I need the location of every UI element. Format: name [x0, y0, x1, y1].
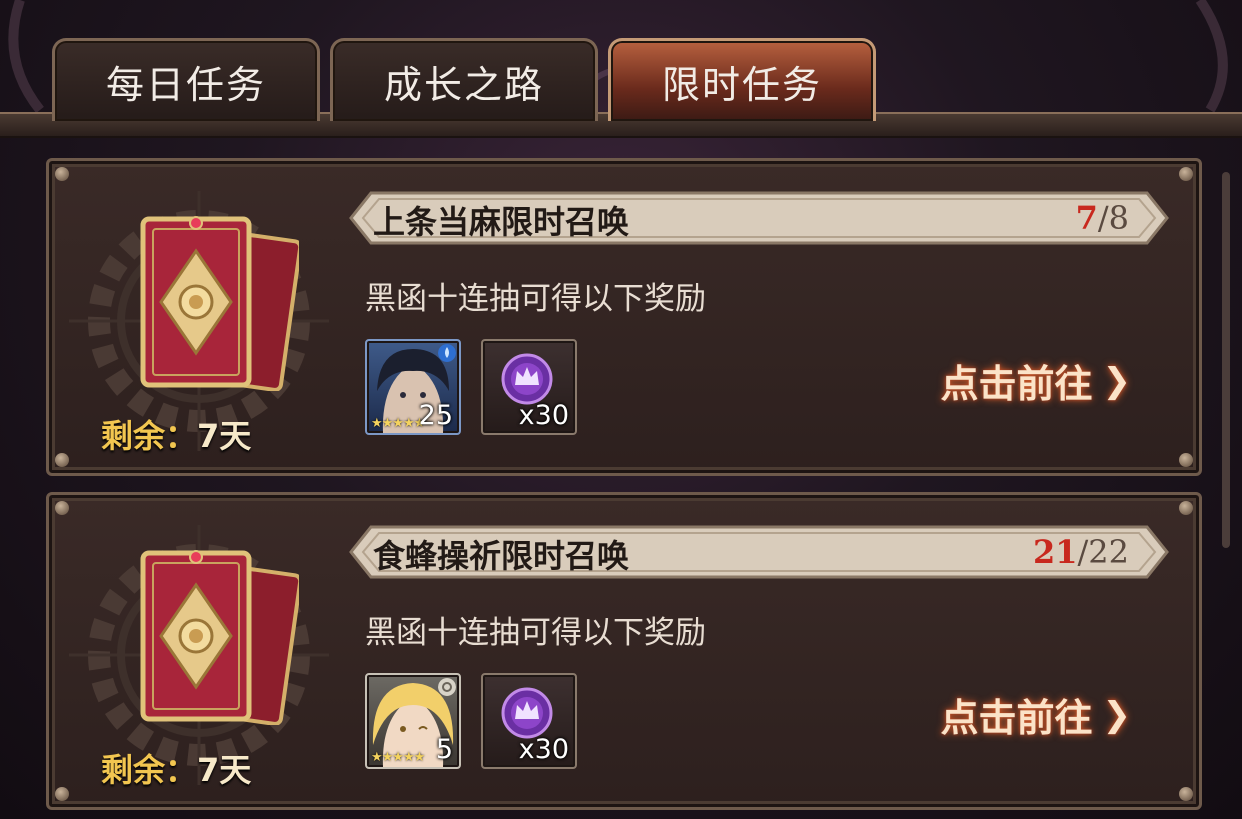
hero-level: 5: [435, 734, 453, 765]
hero-stars: ★★★★★: [371, 416, 425, 431]
reward-item-slot[interactable]: x30: [481, 673, 577, 769]
rivet: [55, 501, 69, 515]
chevron-right-icon: ❯: [1102, 694, 1132, 735]
hero-stars: ★★★★★: [371, 750, 425, 765]
rivet: [1179, 501, 1193, 515]
goto-button[interactable]: 点击前往 ❯: [940, 687, 1131, 742]
goto-label: 点击前往: [940, 696, 1093, 740]
task-description: 黑函十连抽可得以下奖励: [365, 281, 706, 317]
summon-card-pack-icon: [140, 216, 299, 391]
tab-label: 成长之路: [383, 62, 544, 107]
task-title-bar: 上条当麻限时召唤 7/8: [349, 189, 1169, 247]
task-progress: 21/22: [1033, 533, 1129, 571]
task-card: 剩余：7天 上条当麻限时召唤 7/8 黑函十连抽可得以下奖励 ★★★★★ 25 …: [46, 158, 1202, 476]
goto-label: 点击前往: [940, 362, 1093, 406]
rivet: [1179, 453, 1193, 467]
chevron-right-icon: ❯: [1102, 360, 1132, 401]
hero-level: 25: [418, 400, 453, 431]
rivet: [1179, 167, 1193, 181]
summon-card-pack-icon: [140, 550, 299, 725]
gear-element-icon: [438, 678, 456, 696]
tab-label: 每日任务: [105, 62, 266, 107]
progress-separator: /: [1097, 199, 1109, 237]
progress-separator: /: [1077, 533, 1089, 571]
task-card: 剩余：7天 食蜂操祈限时召唤 21/22 黑函十连抽可得以下奖励 ★★★★★ 5: [46, 492, 1202, 810]
task-progress: 7/8: [1076, 199, 1129, 237]
task-title: 食蜂操祈限时召唤: [373, 537, 630, 575]
reward-item-slot[interactable]: x30: [481, 339, 577, 435]
rivet: [55, 453, 69, 467]
progress-total: 8: [1108, 199, 1129, 237]
item-quantity: x30: [518, 400, 569, 431]
rivet: [1179, 787, 1193, 801]
scrollbar[interactable]: [1222, 172, 1230, 548]
reward-hero-slot[interactable]: ★★★★★ 25: [365, 339, 461, 435]
goto-button[interactable]: 点击前往 ❯: [940, 353, 1131, 408]
rivet: [55, 167, 69, 181]
tab-label: 限时任务: [661, 62, 822, 107]
tab-daily-tasks[interactable]: 每日任务: [52, 38, 320, 121]
task-title: 上条当麻限时召唤: [373, 203, 630, 241]
remaining-time: 剩余：7天: [101, 411, 251, 457]
remaining-label: 剩余：: [101, 417, 198, 455]
remaining-value: 7天: [197, 417, 252, 455]
item-quantity: x30: [518, 734, 569, 765]
remaining-value: 7天: [197, 751, 252, 789]
tab-growth-road[interactable]: 成长之路: [330, 38, 598, 121]
water-drop-icon: [438, 344, 456, 362]
tab-limited-tasks[interactable]: 限时任务: [608, 38, 876, 121]
remaining-time: 剩余：7天: [101, 745, 251, 791]
remaining-label: 剩余：: [101, 751, 198, 789]
progress-total: 22: [1088, 533, 1129, 571]
rivet: [55, 787, 69, 801]
task-title-bar: 食蜂操祈限时召唤 21/22: [349, 523, 1169, 581]
reward-hero-slot[interactable]: ★★★★★ 5: [365, 673, 461, 769]
task-description: 黑函十连抽可得以下奖励: [365, 615, 706, 651]
progress-current: 21: [1032, 533, 1078, 571]
progress-current: 7: [1075, 199, 1098, 237]
